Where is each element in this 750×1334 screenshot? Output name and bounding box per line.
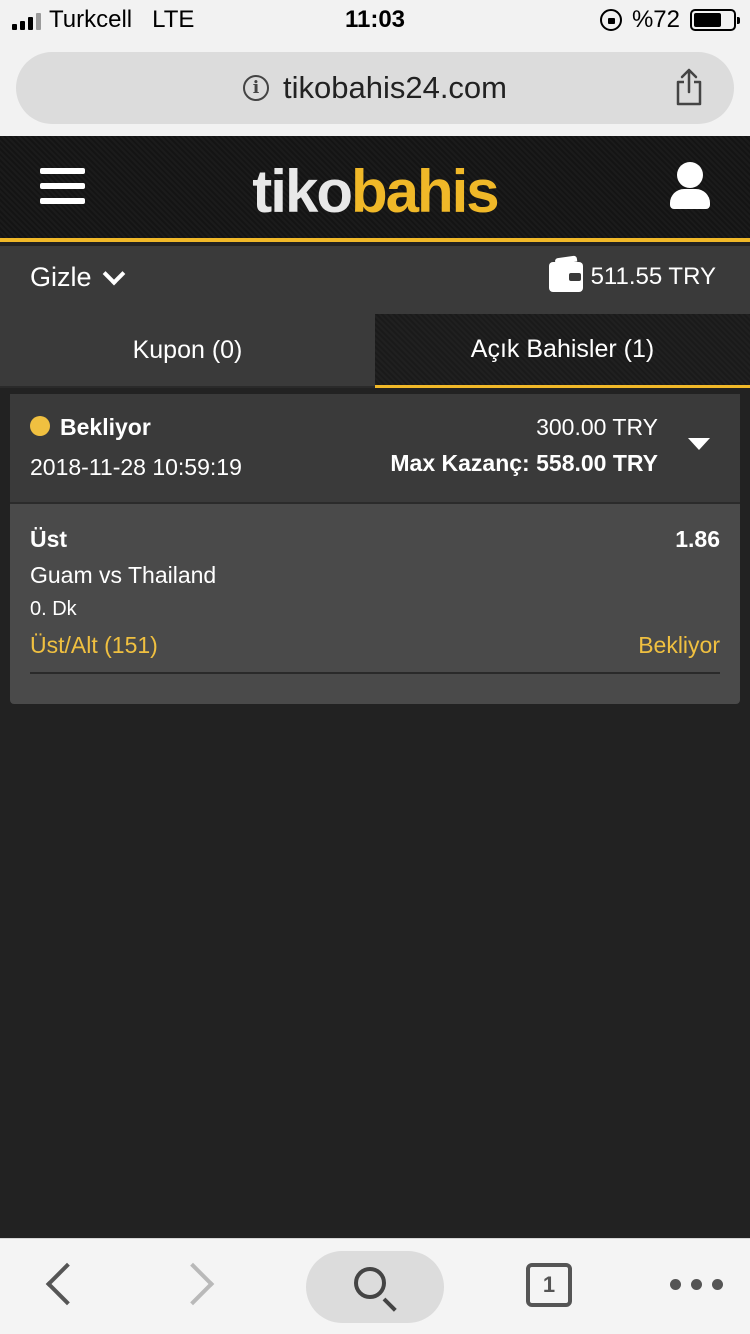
bet-date: 2018-11-28 10:59:19: [30, 454, 242, 480]
caret-down-icon[interactable]: [688, 438, 710, 450]
divider: [30, 672, 720, 674]
share-icon[interactable]: [674, 68, 704, 106]
market-name: Üst/Alt (151): [30, 632, 158, 658]
more-icon[interactable]: [670, 1279, 723, 1290]
site-header: tikobahis: [0, 136, 750, 242]
bet-stake: 300.00 TRY: [536, 414, 658, 440]
pending-status-icon: [30, 416, 50, 436]
balance-amount: 511.55 TRY: [590, 263, 716, 290]
wallet-icon: [548, 262, 583, 292]
balance-display: 511.55 TRY: [548, 262, 716, 292]
hide-toggle-button[interactable]: Gizle: [30, 262, 125, 293]
open-bet-card: Bekliyor 2018-11-28 10:59:19 300.00 TRY …: [10, 394, 740, 704]
bet-selection: Üst 1.86 Guam vs Thailand 0. Dk Üst/Alt …: [10, 504, 740, 704]
bet-max-win: Max Kazanç: 558.00 TRY: [390, 450, 658, 476]
address-bar[interactable]: i tikobahis24.com: [16, 52, 734, 124]
balance-row: Gizle 511.55 TRY: [0, 246, 750, 314]
forward-icon[interactable]: [171, 1262, 215, 1306]
browser-bottom-bar: 1: [0, 1238, 750, 1334]
chevron-down-icon: [102, 262, 125, 285]
bet-status: Bekliyor: [60, 414, 151, 440]
battery-percent: %72: [631, 6, 680, 33]
search-button[interactable]: [306, 1251, 444, 1323]
tab-open-bets[interactable]: Açık Bahisler (1): [375, 314, 750, 388]
match-minute: 0. Dk: [30, 598, 77, 620]
logo-text-yellow: bahis: [350, 158, 500, 225]
search-icon: [354, 1267, 386, 1299]
hide-label: Gizle: [30, 262, 92, 292]
selection-name: Üst: [30, 526, 68, 552]
tabs-count-icon[interactable]: 1: [526, 1263, 572, 1307]
status-bar: Turkcell LTE 11:03 %72: [0, 0, 750, 40]
bet-card-header[interactable]: Bekliyor 2018-11-28 10:59:19 300.00 TRY …: [10, 394, 740, 504]
rotation-lock-icon: [599, 9, 622, 31]
info-icon[interactable]: i: [242, 75, 269, 101]
tab-coupon[interactable]: Kupon (0): [0, 314, 375, 388]
battery-icon: [690, 9, 740, 31]
betslip-tabs: Kupon (0) Açık Bahisler (1): [0, 314, 750, 388]
match-name: Guam vs Thailand: [30, 562, 217, 588]
user-icon[interactable]: [670, 162, 710, 209]
back-icon[interactable]: [45, 1262, 89, 1306]
url-text[interactable]: tikobahis24.com: [283, 70, 507, 106]
selection-status: Bekliyor: [638, 632, 720, 658]
selection-odd: 1.86: [675, 526, 720, 552]
site-logo[interactable]: tikobahis: [0, 160, 750, 224]
logo-text-white: tiko: [252, 158, 353, 225]
status-right: %72: [599, 6, 740, 34]
browser-toolbar: i tikobahis24.com: [0, 40, 750, 136]
